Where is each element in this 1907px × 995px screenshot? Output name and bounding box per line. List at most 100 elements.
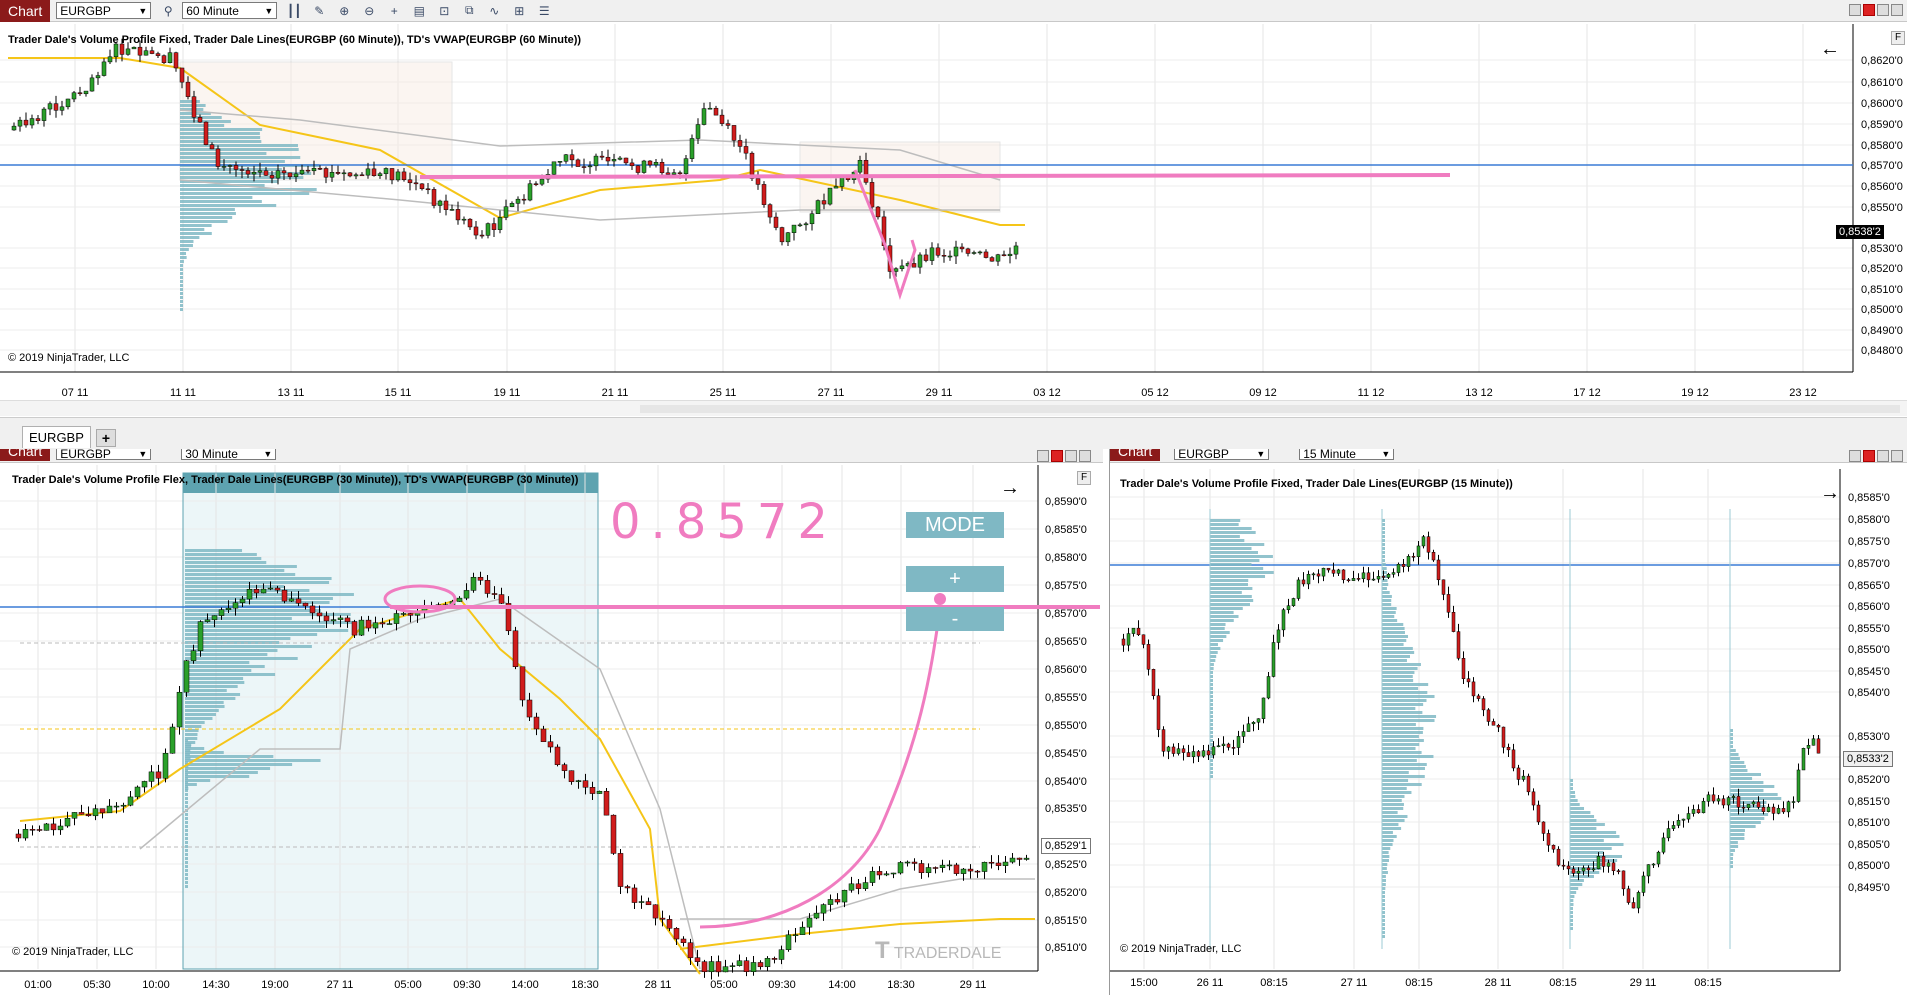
mode-button[interactable]: MODE: [906, 512, 1004, 538]
bull-candle: [377, 173, 383, 176]
bear-candle: [263, 170, 269, 176]
volume-profile-bar: [1730, 761, 1745, 764]
volume-profile-bar: [1382, 595, 1392, 598]
volume-profile-bar: [180, 304, 183, 307]
add-tab-button[interactable]: +: [96, 429, 116, 447]
bear-candle: [677, 172, 683, 175]
volume-profile-bar: [185, 661, 250, 664]
volume-profile-bar: [180, 136, 261, 139]
top-chart-canvas[interactable]: 07 11 11 11 13 11 15 11 19 11 21 11 25 11 27 11…: [0, 0, 1907, 400]
plus-button[interactable]: +: [906, 566, 1004, 592]
volume-profile-bar: [1570, 855, 1623, 858]
time-tick-label: 09 12: [1249, 387, 1277, 399]
bear-candle: [652, 904, 659, 919]
bear-candle: [335, 172, 341, 174]
f-button[interactable]: F: [1077, 471, 1091, 485]
bear-candle: [1471, 681, 1476, 697]
volume-profile-bar: [1210, 519, 1241, 522]
bear-candle: [1171, 746, 1176, 754]
volume-profile-bar: [1382, 783, 1422, 786]
bull-candle: [799, 926, 806, 935]
bull-candle: [197, 621, 204, 651]
bear-candle: [1556, 848, 1561, 866]
bull-candle: [736, 960, 743, 966]
volume-profile-bar: [1570, 891, 1577, 894]
bear-candle: [1451, 612, 1456, 632]
bull-candle: [365, 168, 371, 176]
back-arrow-icon[interactable]: ←: [1820, 38, 1840, 61]
volume-profile-bar: [1382, 747, 1416, 750]
volume-profile-bar: [1730, 841, 1738, 844]
price-tick-label: 0,8530'0: [1848, 731, 1890, 743]
volume-profile-bar: [185, 653, 268, 656]
time-tick-label: 05 12: [1141, 387, 1169, 399]
bull-candle: [813, 912, 820, 919]
volume-profile-bar: [1210, 643, 1218, 646]
volume-profile-bar: [1210, 647, 1221, 650]
volume-profile-bar: [185, 861, 188, 864]
volume-profile-bar: [1382, 711, 1423, 714]
price-tick-label: 0,8500'0: [1861, 304, 1903, 316]
bull-candle: [1421, 536, 1426, 547]
forward-arrow-icon[interactable]: →: [1000, 477, 1020, 500]
bull-candle: [596, 790, 603, 794]
volume-profile-bar: [1382, 739, 1424, 742]
bear-candle: [269, 175, 275, 179]
price-tick-label: 0,8535'0: [1045, 803, 1087, 815]
bear-candle: [407, 613, 414, 616]
bull-candle: [1002, 861, 1009, 866]
bear-candle: [365, 619, 372, 629]
volume-profile-bar: [180, 264, 183, 267]
bull-candle: [708, 961, 715, 973]
volume-profile-bar: [1210, 659, 1216, 662]
top-chart-panel: Chart EURGBP ▼ ⚲ 60 Minute ▼ ┃┃ ✎ ⊕ ⊖ + ▤ …: [0, 0, 1907, 400]
volume-profile-bar: [185, 697, 236, 700]
bear-candle: [173, 52, 179, 69]
bottom-right-chart-canvas[interactable]: 15:00 26 11 08:15 27 11 08:15 28 11 08:15 29 11…: [1110, 449, 1907, 995]
volume-profile-bar: [185, 673, 276, 676]
bear-candle: [1616, 870, 1621, 873]
bear-candle: [673, 928, 680, 940]
bear-candle: [1446, 594, 1451, 613]
volume-profile-bar: [1382, 851, 1389, 854]
volume-profile-bar: [1570, 887, 1579, 890]
bull-candle: [857, 160, 863, 173]
bull-candle: [386, 623, 393, 625]
scrollbar-thumb[interactable]: [640, 405, 1900, 413]
volume-profile-bar: [1382, 815, 1408, 818]
bull-candle: [1126, 633, 1131, 646]
bear-candle: [479, 234, 485, 237]
bull-candle: [1271, 642, 1276, 677]
volume-profile-bar: [1570, 883, 1583, 886]
volume-profile-bar: [180, 240, 194, 243]
volume-profile-bar: [1730, 829, 1745, 832]
bull-candle: [1706, 794, 1711, 802]
price-tick-label: 0,8570'0: [1861, 160, 1903, 172]
bear-candle: [1156, 695, 1161, 730]
bear-candle: [491, 223, 497, 230]
volume-profile-bar: [1570, 803, 1580, 806]
volume-profile-bar: [1210, 575, 1266, 578]
bear-candle: [941, 255, 947, 257]
time-tick-label: 26 11: [1197, 977, 1224, 989]
bear-candle: [1226, 743, 1231, 748]
top-chart-scrollbar[interactable]: [0, 400, 1907, 416]
bear-candle: [1436, 559, 1441, 581]
bear-candle: [1486, 709, 1491, 722]
bull-candle: [1286, 605, 1291, 611]
bear-candle: [974, 870, 981, 873]
bull-candle: [641, 160, 647, 173]
volume-profile-bar: [1210, 579, 1249, 582]
price-tick-label: 0,8510'0: [1848, 817, 1890, 829]
tab-eurgbp[interactable]: EURGBP: [22, 426, 91, 448]
forward-arrow-icon[interactable]: →: [1820, 482, 1840, 505]
bear-candle: [239, 169, 245, 171]
f-button[interactable]: F: [1891, 31, 1905, 45]
bull-candle: [1691, 809, 1696, 814]
volume-profile-bar: [185, 581, 330, 584]
volume-profile-bar: [1730, 781, 1764, 784]
bear-candle: [1181, 748, 1186, 753]
bull-candle: [729, 965, 736, 967]
volume-profile-bar: [1730, 813, 1769, 816]
minus-button[interactable]: -: [906, 607, 1004, 631]
